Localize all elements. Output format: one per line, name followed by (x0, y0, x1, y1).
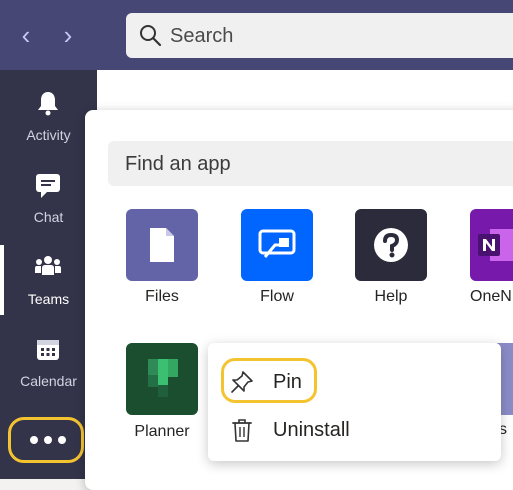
app-tile-files[interactable] (126, 209, 198, 281)
search-placeholder: Search (170, 25, 234, 47)
rail-label-chat: Chat (33, 209, 64, 225)
app-label-help: Help (374, 288, 408, 305)
app-label-onenote: OneN (470, 288, 512, 305)
teams-icon (35, 256, 61, 275)
menu-label-pin: Pin (273, 371, 302, 393)
trash-icon (232, 419, 252, 442)
chat-icon (36, 174, 60, 198)
rail-label-activity: Activity (26, 127, 71, 143)
app-label-files: Files (145, 288, 179, 305)
app-label-planner: Planner (134, 423, 190, 440)
app-tile-help[interactable] (355, 209, 427, 281)
background-page (97, 70, 513, 110)
rail-label-calendar: Calendar (20, 373, 77, 389)
pin-icon (231, 371, 253, 393)
app-label-flow: Flow (260, 288, 294, 305)
onenote-icon (478, 229, 513, 261)
search-icon (140, 25, 162, 47)
rail-item-chat[interactable]: Chat (0, 157, 97, 239)
rail-label-teams: Teams (27, 291, 70, 307)
rail-item-activity[interactable]: Activity (0, 75, 97, 157)
forward-arrow-icon[interactable]: › (56, 20, 80, 50)
bell-icon (38, 92, 58, 116)
flow-icon (258, 229, 296, 258)
file-icon (150, 228, 174, 262)
help-icon (374, 228, 408, 262)
back-arrow-icon[interactable]: ‹ (14, 20, 38, 50)
more-dots-icon[interactable] (28, 430, 68, 450)
search-input[interactable]: Search (126, 13, 513, 58)
rail-item-teams[interactable]: Teams (0, 239, 97, 321)
find-app-input[interactable]: Find an app (108, 141, 513, 186)
find-app-placeholder: Find an app (125, 153, 231, 175)
app-tile-flow[interactable] (241, 209, 313, 281)
rail-item-calendar[interactable]: Calendar (0, 321, 97, 403)
calendar-icon (37, 340, 59, 360)
app-tile-onenote[interactable] (470, 209, 513, 281)
menu-label-uninstall: Uninstall (273, 419, 350, 441)
app-tile-planner[interactable] (126, 343, 198, 415)
planner-icon (148, 359, 178, 397)
